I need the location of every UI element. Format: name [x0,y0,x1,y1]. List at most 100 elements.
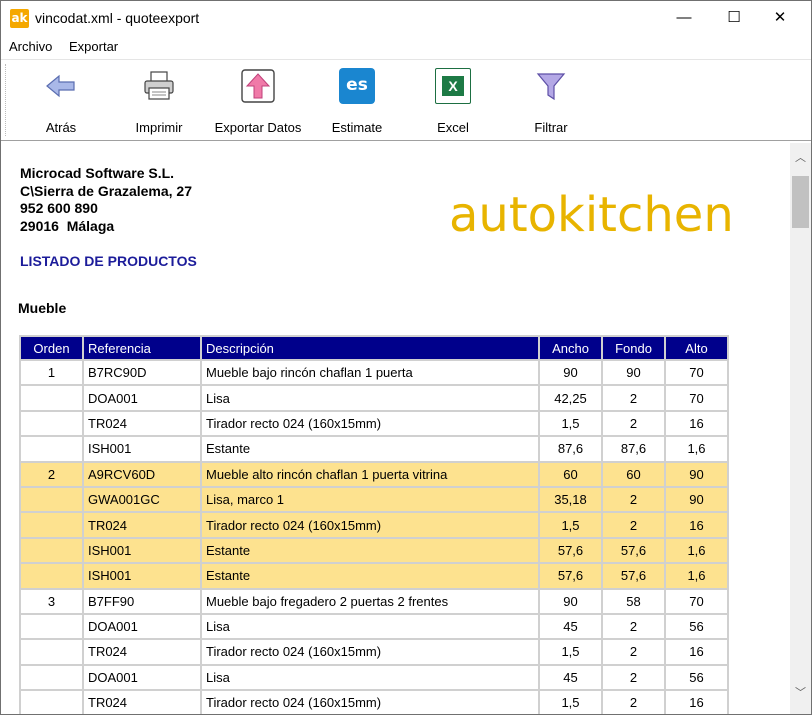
cell-orden [21,665,82,690]
cell-orden [21,411,82,436]
table-row: ISH001 Estante 57,6 57,6 1,6 [21,538,727,563]
excel-label: Excel [437,120,469,135]
back-arrow-icon [46,74,75,98]
cell-alto: 90 [666,462,727,486]
col-alto: Alto [666,337,727,359]
estimate-button[interactable]: es Estimate [319,62,395,138]
cell-descripcion: Estante [202,538,538,563]
cell-fondo: 87,6 [603,437,664,461]
export-data-button[interactable]: Exportar Datos [209,62,307,138]
section-title: Mueble [18,300,67,316]
table-row: TR024 Tirador recto 024 (160x15mm) 1,5 2 16 [21,640,727,664]
excel-icon-text: X [448,78,458,94]
products-table: Orden Referencia Descripción Ancho Fondo… [19,335,729,714]
chevron-down-icon: ﹀ [795,687,806,699]
table-row: TR024 Tirador recto 024 (160x15mm) 1,5 2 16 [21,691,727,714]
cell-ancho: 90 [540,361,601,385]
col-descripcion: Descripción [202,337,538,359]
scroll-down-button[interactable]: ﹀ [790,678,811,708]
col-referencia: Referencia [84,337,200,359]
cell-alto: 70 [666,386,727,410]
cell-orden [21,538,82,563]
cell-descripcion: Tirador recto 024 (160x15mm) [202,411,538,436]
cell-ancho: 57,6 [540,538,601,563]
cell-orden: 3 [21,589,82,613]
menu-archivo[interactable]: Archivo [9,39,52,54]
filter-label: Filtrar [534,120,568,135]
scroll-up-button[interactable]: ︿ [790,143,811,173]
cell-ancho: 45 [540,614,601,639]
cell-ancho: 35,18 [540,487,601,512]
cell-referencia: TR024 [84,411,200,436]
cell-orden [21,614,82,639]
maximize-icon: ☐ [727,9,741,26]
cell-referencia: B7RC90D [84,361,200,385]
cell-fondo: 57,6 [603,564,664,588]
cell-descripcion: Tirador recto 024 (160x15mm) [202,691,538,714]
cell-orden [21,564,82,588]
table-row: GWA001GC Lisa, marco 1 35,18 2 90 [21,487,727,512]
app-icon: ak [10,9,29,28]
cell-alto: 16 [666,513,727,537]
cell-orden [21,640,82,664]
toolbar: Atrás Imprimir Exportar Datos es Estimat… [1,59,811,141]
table-row: DOA001 Lisa 45 2 56 [21,665,727,690]
report-view: Microcad Software S.L. C\Sierra de Graza… [3,143,790,714]
cell-alto: 1,6 [666,564,727,588]
minimize-icon: — [676,9,692,26]
table-row: TR024 Tirador recto 024 (160x15mm) 1,5 2 16 [21,513,727,537]
app-window: ak vincodat.xml - quoteexport — ☐ ✕ Arch… [0,0,812,715]
cell-ancho: 42,25 [540,386,601,410]
cell-referencia: DOA001 [84,614,200,639]
table-row: 2 A9RCV60D Mueble alto rincón chaflan 1 pu… [21,462,727,486]
cell-descripcion: Estante [202,564,538,588]
print-button[interactable]: Imprimir [121,62,197,138]
close-button[interactable]: ✕ [757,1,803,35]
cell-ancho: 1,5 [540,411,601,436]
company-info: Microcad Software S.L. C\Sierra de Graza… [20,165,192,235]
menu-exportar[interactable]: Exportar [69,39,118,54]
cell-descripcion: Mueble bajo fregadero 2 puertas 2 frente… [202,589,538,613]
autokitchen-logo: autokitchen [449,187,734,243]
cell-orden [21,386,82,410]
cell-descripcion: Mueble alto rincón chaflan 1 puerta vitr… [202,462,538,486]
toolbar-grip[interactable] [5,64,8,136]
cell-fondo: 60 [603,462,664,486]
menu-bar: Archivo Exportar [1,35,811,59]
table-header-row: Orden Referencia Descripción Ancho Fondo… [21,337,727,359]
cell-referencia: A9RCV60D [84,462,200,486]
cell-ancho: 45 [540,665,601,690]
cell-fondo: 58 [603,589,664,613]
minimize-button[interactable]: — [661,1,707,35]
cell-fondo: 2 [603,665,664,690]
cell-descripcion: Estante [202,437,538,461]
cell-ancho: 1,5 [540,640,601,664]
cell-alto: 90 [666,487,727,512]
cell-alto: 16 [666,640,727,664]
cell-alto: 56 [666,614,727,639]
filter-funnel-icon [536,73,566,101]
scroll-thumb[interactable] [792,176,809,228]
cell-orden [21,513,82,537]
maximize-button[interactable]: ☐ [711,1,757,35]
vertical-scrollbar[interactable]: ︿ ﹀ [790,143,811,714]
cell-fondo: 2 [603,691,664,714]
excel-button[interactable]: X Excel [415,62,491,138]
back-button[interactable]: Atrás [23,62,99,138]
excel-icon: X [435,68,471,104]
cell-alto: 16 [666,411,727,436]
company-phone: 952 600 890 [20,200,98,216]
cell-ancho: 1,5 [540,691,601,714]
cell-descripcion: Tirador recto 024 (160x15mm) [202,513,538,537]
chevron-up-icon: ︿ [795,152,806,164]
filter-button[interactable]: Filtrar [513,62,589,138]
estimate-icon-text: es [346,75,368,95]
company-address: C\Sierra de Grazalema, 27 [20,182,192,199]
cell-ancho: 90 [540,589,601,613]
cell-fondo: 2 [603,640,664,664]
table-row: DOA001 Lisa 42,25 2 70 [21,386,727,410]
back-label: Atrás [45,120,77,135]
estimate-es-icon: es [339,68,375,104]
cell-orden: 1 [21,361,82,385]
cell-alto: 56 [666,665,727,690]
